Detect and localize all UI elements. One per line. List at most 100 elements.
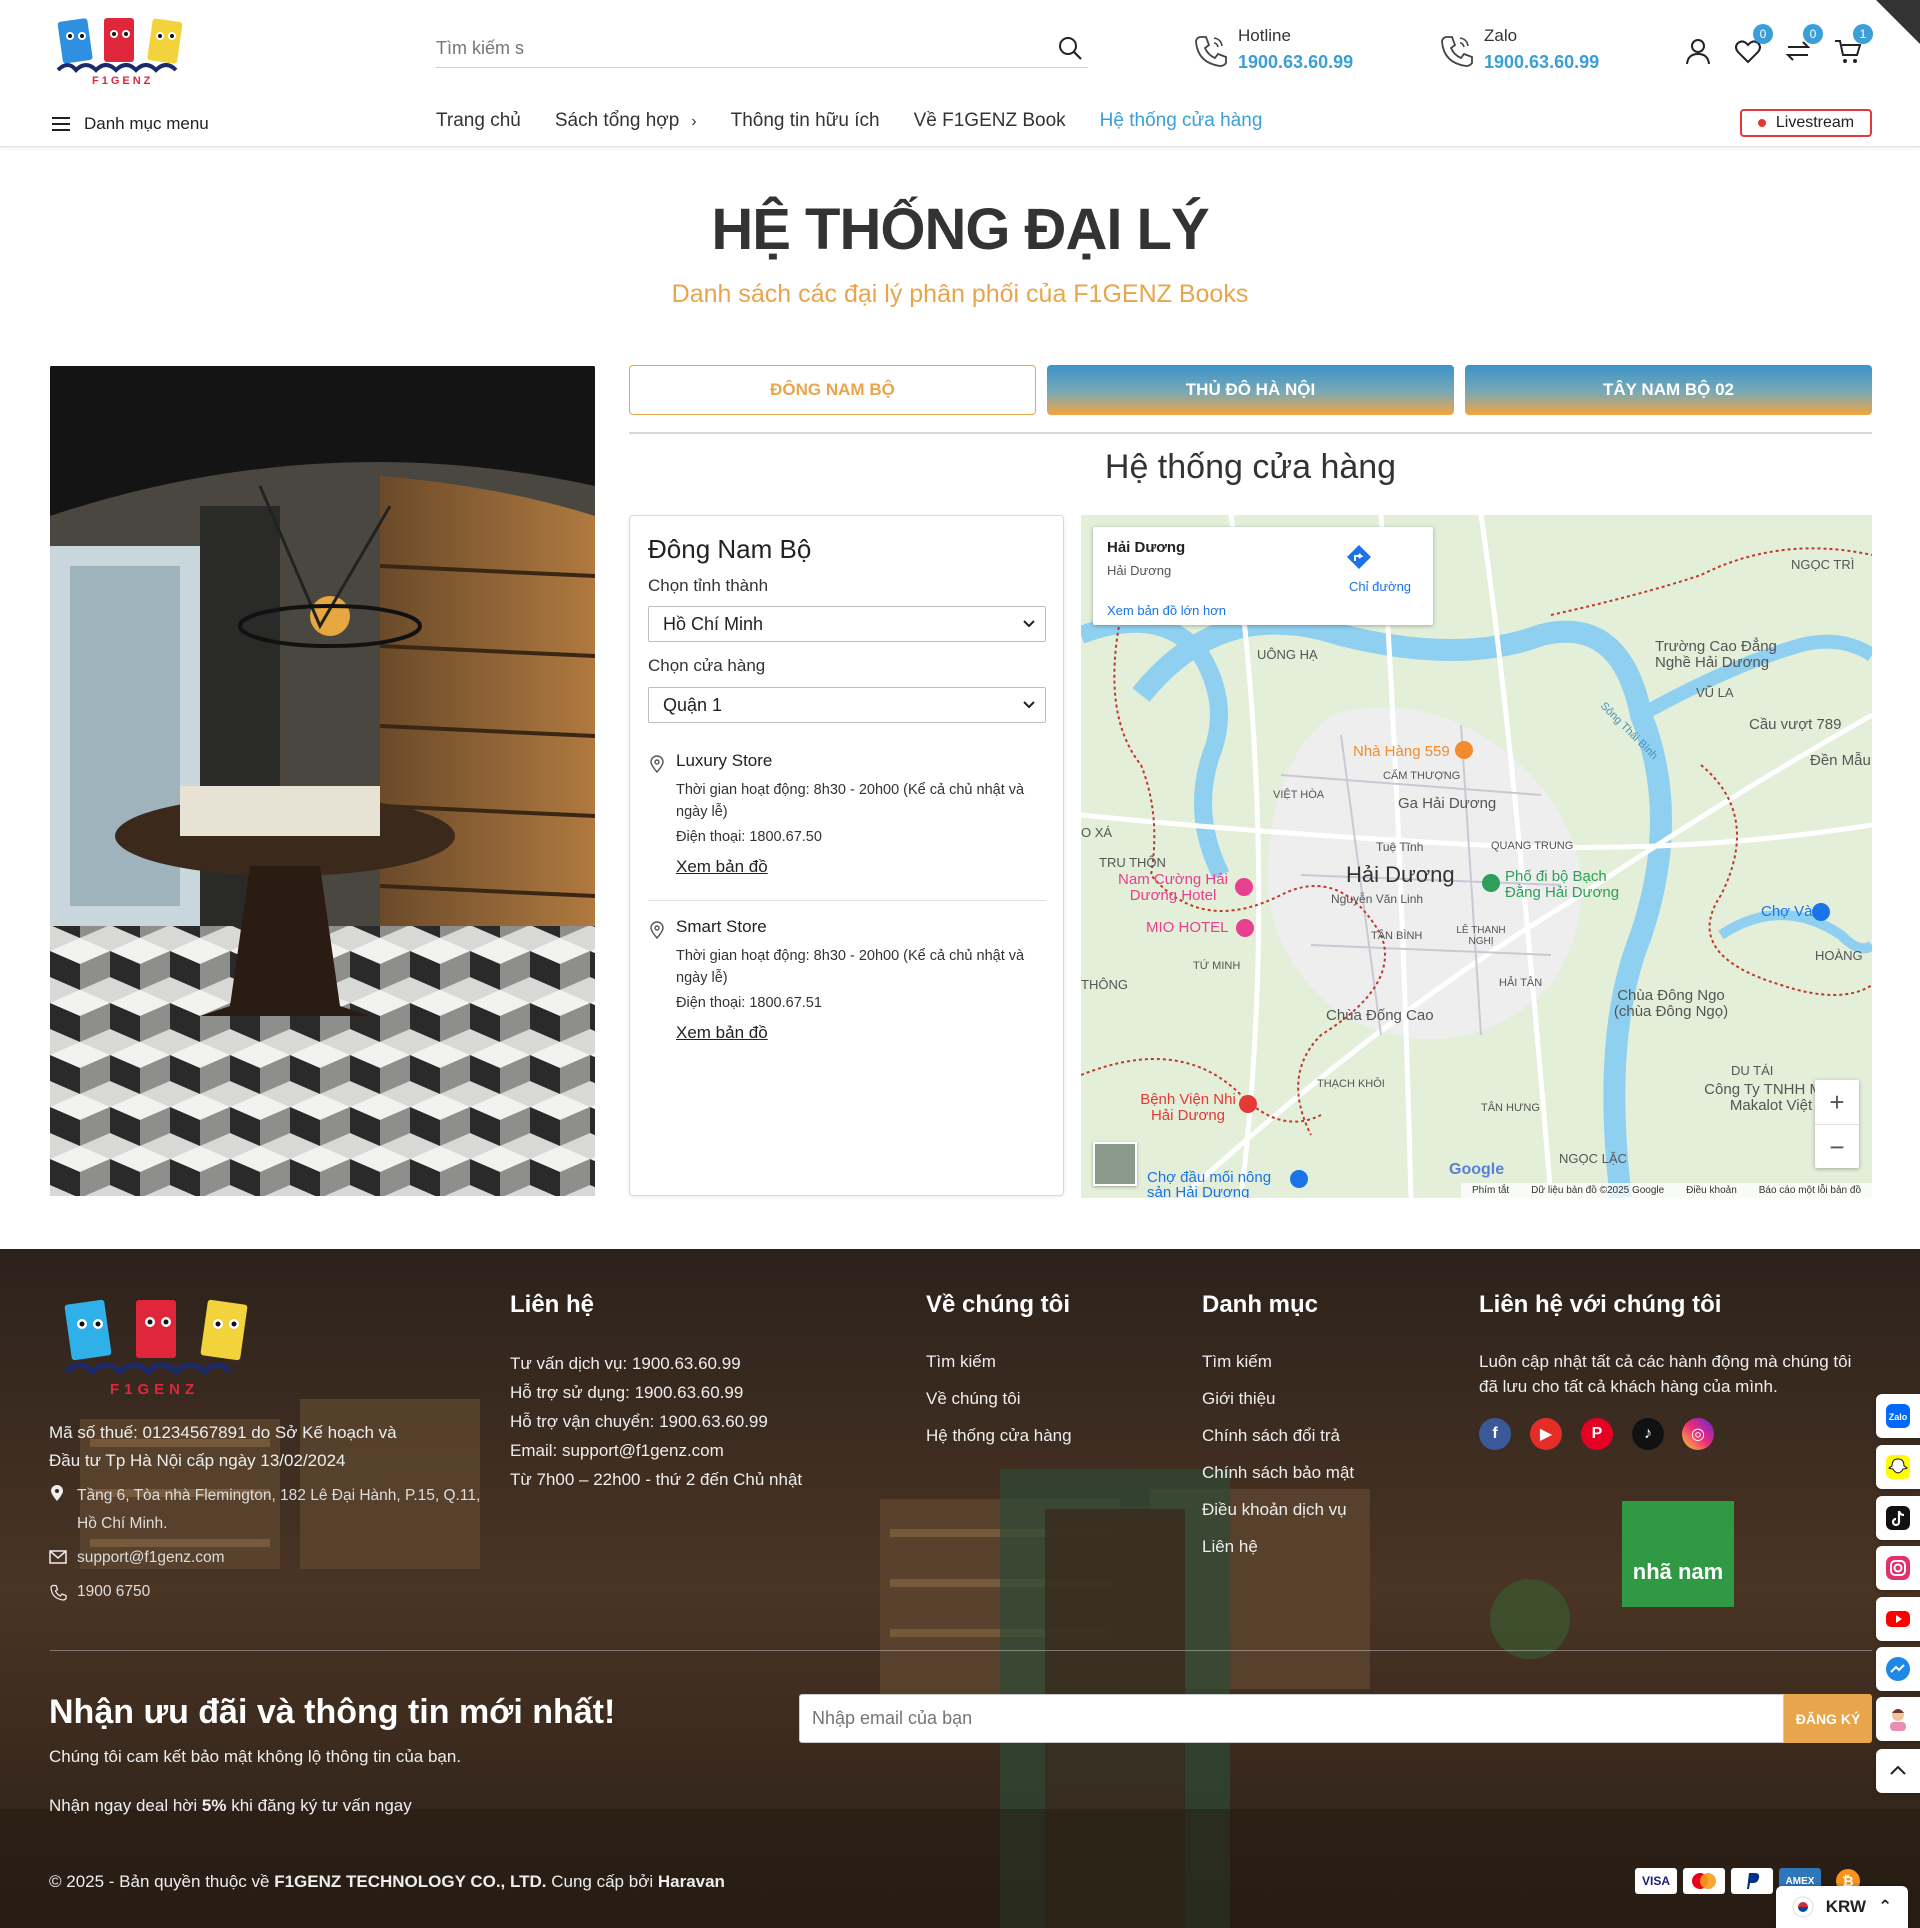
copyright: © 2025 - Bản quyền thuộc về F1GENZ TECHN… bbox=[49, 1872, 725, 1892]
hotline-number[interactable]: 1900.63.60.99 bbox=[1238, 52, 1353, 73]
zalo-float-button[interactable]: Zalo bbox=[1876, 1394, 1920, 1438]
newsletter-email-input[interactable] bbox=[812, 1708, 1712, 1729]
store-hours: Thời gian hoạt động: 8h30 - 20h00 (Kể cả… bbox=[676, 948, 1025, 986]
footer-link[interactable]: Về chúng tôi bbox=[926, 1389, 1021, 1409]
map-label: QUANG TRUNG bbox=[1491, 840, 1574, 852]
map-label: HẢI TÂN bbox=[1499, 977, 1543, 989]
footer-link[interactable]: Tìm kiếm bbox=[926, 1352, 996, 1372]
footer-phone[interactable]: 1900 6750 bbox=[77, 1583, 150, 1601]
footer-link[interactable]: Chính sách đổi trả bbox=[1202, 1426, 1340, 1446]
google-logo: Google bbox=[1449, 1161, 1505, 1178]
support-agent-float-button[interactable] bbox=[1876, 1697, 1920, 1741]
instagram-float-button[interactable] bbox=[1876, 1546, 1920, 1590]
zoom-in-button[interactable]: + bbox=[1815, 1080, 1859, 1124]
messenger-float-button[interactable] bbox=[1876, 1647, 1920, 1691]
youtube-icon[interactable]: ▶ bbox=[1530, 1418, 1562, 1450]
province-select[interactable]: Hồ Chí Minh bbox=[648, 606, 1046, 642]
visa-icon: VISA bbox=[1635, 1868, 1677, 1894]
map-report-link[interactable]: Báo cáo một lỗi bản đồ bbox=[1759, 1185, 1861, 1196]
map-label: Phố đi bộ Bạch Đằng Hải Dương bbox=[1505, 868, 1620, 901]
location-pin-icon bbox=[650, 755, 664, 773]
copyright-text-2: Cung cấp bởi bbox=[546, 1872, 658, 1891]
footer-address: Tầng 6, Tòa nhà Flemington, 182 Lê Đại H… bbox=[77, 1487, 481, 1504]
store-label: Chọn cửa hàng bbox=[648, 656, 766, 675]
store-select[interactable]: Quận 1 bbox=[648, 687, 1046, 723]
footer-link[interactable]: Giới thiệu bbox=[1202, 1389, 1276, 1409]
newsletter-email-box bbox=[799, 1694, 1784, 1743]
chevron-up-icon: ⌃ bbox=[1878, 1897, 1893, 1916]
youtube-float-button[interactable] bbox=[1876, 1597, 1920, 1641]
newsletter-deal: Nhận ngay deal hời 5% khi đăng ký tư vấn… bbox=[49, 1796, 412, 1816]
account-icon[interactable] bbox=[1683, 36, 1713, 66]
instagram-icon[interactable]: ◎ bbox=[1682, 1418, 1714, 1450]
copyright-provider[interactable]: Haravan bbox=[658, 1872, 725, 1891]
svg-text:Zalo: Zalo bbox=[1889, 1412, 1908, 1422]
map-label: Nam Cường Hải Dương Hotel bbox=[1118, 871, 1228, 904]
footer-link[interactable]: Tìm kiếm bbox=[1202, 1352, 1272, 1372]
footer-link[interactable]: Chính sách bảo mật bbox=[1202, 1463, 1354, 1483]
view-larger-map-link[interactable]: Xem bản đồ lớn hơn bbox=[1107, 603, 1226, 618]
chevron-down-icon bbox=[1023, 620, 1035, 628]
search-input[interactable] bbox=[436, 30, 1036, 66]
footer-logo[interactable]: F1GENZ bbox=[58, 1292, 258, 1400]
directions-link[interactable]: Chỉ đường bbox=[1349, 579, 1411, 594]
tiktok-float-button[interactable] bbox=[1876, 1496, 1920, 1540]
nav-home[interactable]: Trang chủ bbox=[436, 110, 521, 132]
back-to-top-button[interactable] bbox=[1876, 1749, 1920, 1793]
snapchat-icon bbox=[1886, 1455, 1910, 1479]
copyright-company: F1GENZ TECHNOLOGY CO., LTD. bbox=[274, 1872, 547, 1891]
footer-contact-title: Liên hệ bbox=[510, 1291, 595, 1318]
map-label: O XÁ bbox=[1081, 825, 1113, 840]
subscribe-button[interactable]: ĐĂNG KÝ bbox=[1784, 1694, 1872, 1743]
phone-icon bbox=[1195, 36, 1227, 67]
store-phone: Điện thoại: 1800.67.51 bbox=[676, 995, 822, 1011]
store-hours: Thời gian hoạt động: 8h30 - 20h00 (Kể cả… bbox=[676, 782, 1025, 820]
footer-link[interactable]: Liên hệ bbox=[1202, 1537, 1258, 1557]
currency-selector[interactable]: KRW ⌃ bbox=[1776, 1886, 1908, 1928]
directions-icon[interactable] bbox=[1345, 543, 1373, 571]
facebook-icon[interactable]: f bbox=[1479, 1418, 1511, 1450]
nav-about[interactable]: Về F1GENZ Book bbox=[914, 110, 1066, 132]
tiktok-icon[interactable]: ♪ bbox=[1632, 1418, 1664, 1450]
map-layer-toggle[interactable] bbox=[1093, 1142, 1137, 1186]
page-title: HỆ THỐNG ĐẠI LÝ bbox=[711, 197, 1209, 262]
map-label: Hải Dương bbox=[1346, 862, 1455, 887]
pinterest-icon[interactable]: P bbox=[1581, 1418, 1613, 1450]
map-shortcuts-link[interactable]: Phím tắt bbox=[1472, 1185, 1509, 1196]
map-label: Nhà Hàng 559 bbox=[1353, 743, 1450, 760]
snapchat-float-button[interactable] bbox=[1876, 1445, 1920, 1489]
f1genz-logo[interactable]: F1GENZ bbox=[54, 14, 200, 86]
nav-store-system[interactable]: Hệ thống cửa hàng bbox=[1100, 110, 1263, 132]
map-label: LÊ THANH NGHỊ bbox=[1456, 925, 1506, 947]
province-label: Chọn tỉnh thành bbox=[648, 576, 769, 595]
nav-books[interactable]: Sách tổng hợp › bbox=[555, 110, 697, 132]
compare-button[interactable]: 0 bbox=[1783, 24, 1823, 66]
footer-link[interactable]: Điều khoản dịch vụ bbox=[1202, 1500, 1347, 1520]
korea-flag-icon bbox=[1792, 1896, 1814, 1918]
corner-ribbon[interactable] bbox=[1876, 0, 1920, 44]
tab-tay-nam-bo-02[interactable]: TÂY NAM BỘ 02 bbox=[1465, 365, 1872, 415]
zoom-out-button[interactable]: − bbox=[1815, 1124, 1859, 1168]
chevron-down-icon bbox=[1023, 701, 1035, 709]
view-map-link[interactable]: Xem bản đồ bbox=[676, 1023, 768, 1043]
google-map[interactable]: Hải Dương NGỌC TRÌ UÔNG HẠ Trường Cao Đẳ… bbox=[1081, 515, 1872, 1198]
footer-email[interactable]: support@f1genz.com bbox=[77, 1549, 225, 1567]
map-label: TÂN BÌNH bbox=[1371, 930, 1423, 942]
view-map-link[interactable]: Xem bản đồ bbox=[676, 857, 768, 877]
wishlist-button[interactable]: 0 bbox=[1733, 24, 1773, 66]
tab-dong-nam-bo[interactable]: ĐÔNG NAM BỘ bbox=[629, 365, 1036, 415]
store-name: Luxury Store bbox=[676, 751, 773, 770]
nav-useful-info[interactable]: Thông tin hữu ích bbox=[731, 110, 880, 132]
footer-follow-text-2: đã lưu cho tất cả khách hàng của mình. bbox=[1479, 1377, 1778, 1396]
newsletter-subtitle: Chúng tôi cam kết bảo mật không lộ thông… bbox=[49, 1747, 462, 1766]
livestream-button[interactable]: Livestream bbox=[1740, 109, 1872, 137]
search-icon[interactable] bbox=[1056, 34, 1084, 62]
zalo-number[interactable]: 1900.63.60.99 bbox=[1484, 52, 1599, 73]
cart-button[interactable]: 1 bbox=[1833, 24, 1873, 66]
footer-link[interactable]: Hệ thống cửa hàng bbox=[926, 1426, 1072, 1446]
phone-icon bbox=[50, 1584, 67, 1601]
tab-thu-do-ha-noi[interactable]: THỦ ĐÔ HÀ NỘI bbox=[1047, 365, 1454, 415]
svg-text:nhã nam: nhã nam bbox=[1633, 1559, 1723, 1584]
category-menu-button[interactable]: Danh mục menu bbox=[52, 112, 209, 136]
map-terms-link[interactable]: Điều khoản bbox=[1686, 1185, 1737, 1196]
